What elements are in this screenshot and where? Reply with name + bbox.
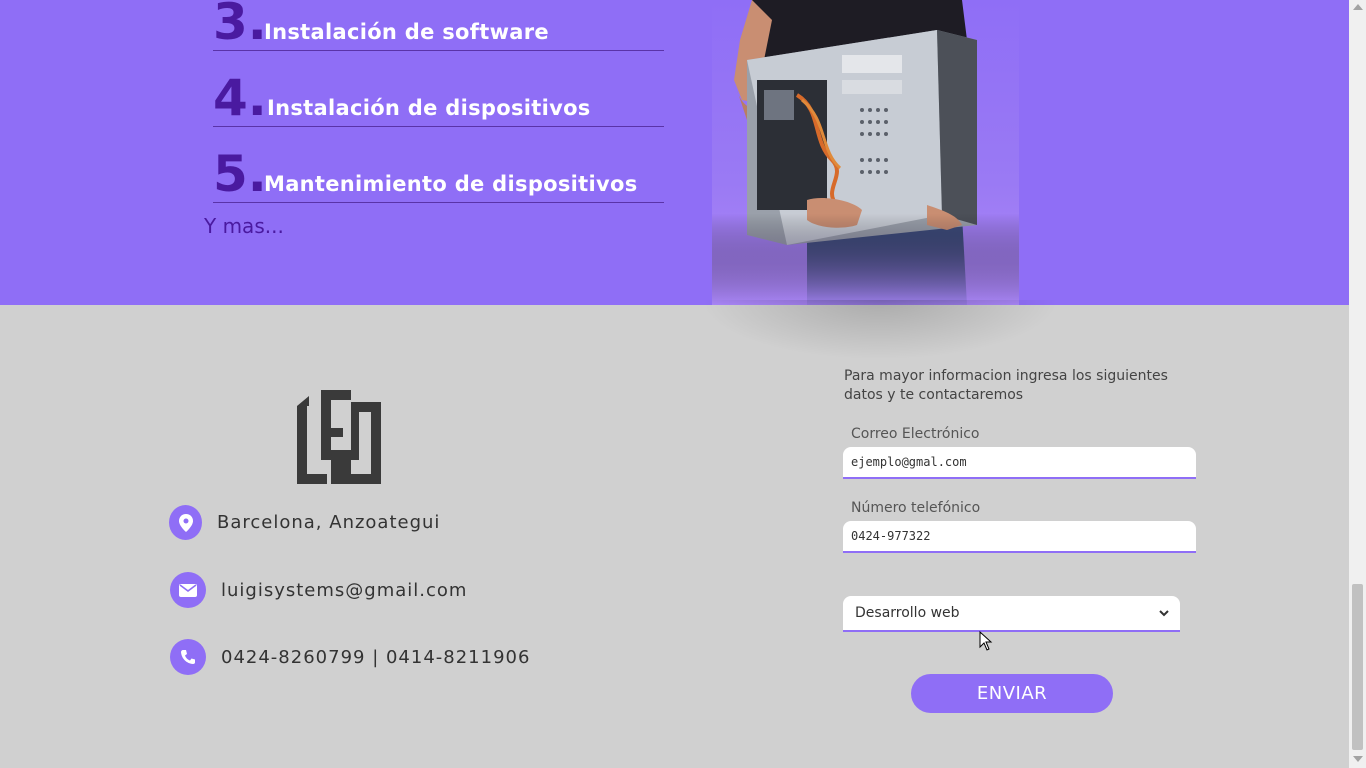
photo-shadow xyxy=(700,300,1060,360)
service-label: Instalación de software xyxy=(264,20,549,44)
contact-location: Barcelona, Anzoategui xyxy=(169,505,440,540)
scroll-down-arrow-icon[interactable] xyxy=(1353,756,1363,762)
service-select-value: Desarrollo web xyxy=(855,605,960,621)
technician-photo xyxy=(712,0,1019,305)
service-item-5: 5. Mantenimiento de dispositivos xyxy=(213,146,664,203)
send-button[interactable]: ENVIAR xyxy=(911,674,1113,713)
scrollbar-thumb[interactable] xyxy=(1352,584,1363,750)
location-text: Barcelona, Anzoategui xyxy=(217,512,441,533)
envelope-icon xyxy=(170,572,206,608)
service-label: Instalación de dispositivos xyxy=(267,96,591,120)
company-logo xyxy=(297,390,381,484)
email-label: Correo Electrónico xyxy=(851,426,980,442)
location-pin-icon xyxy=(169,505,202,540)
email-text: luigisystems@gmail.com xyxy=(221,579,468,601)
service-number: 5. xyxy=(213,145,267,203)
phone-label: Número telefónico xyxy=(851,500,981,516)
contact-phone: 0424-8260799 | 0414-8211906 xyxy=(170,639,530,675)
service-item-4: 4. Instalación de dispositivos xyxy=(213,70,664,127)
form-intro: Para mayor informacion ingresa los sigui… xyxy=(844,368,1168,403)
service-number: 3. xyxy=(213,0,267,51)
email-field[interactable] xyxy=(843,447,1196,479)
services-section: 3. Instalación de software 4. Instalació… xyxy=(0,0,1349,305)
service-select[interactable]: Desarrollo web xyxy=(843,596,1180,632)
service-label: Mantenimiento de dispositivos xyxy=(264,172,638,196)
phone-field[interactable] xyxy=(843,521,1196,553)
phone-text: 0424-8260799 | 0414-8211906 xyxy=(221,646,531,668)
scroll-up-arrow-icon[interactable] xyxy=(1353,4,1363,10)
mouse-cursor-icon xyxy=(979,631,993,651)
chevron-down-icon xyxy=(1159,610,1169,617)
phone-icon xyxy=(170,639,206,675)
service-number: 4. xyxy=(213,69,267,127)
contact-email: luigisystems@gmail.com xyxy=(170,572,467,608)
service-item-3: 3. Instalación de software xyxy=(213,0,664,51)
more-text: Y mas... xyxy=(204,214,284,238)
